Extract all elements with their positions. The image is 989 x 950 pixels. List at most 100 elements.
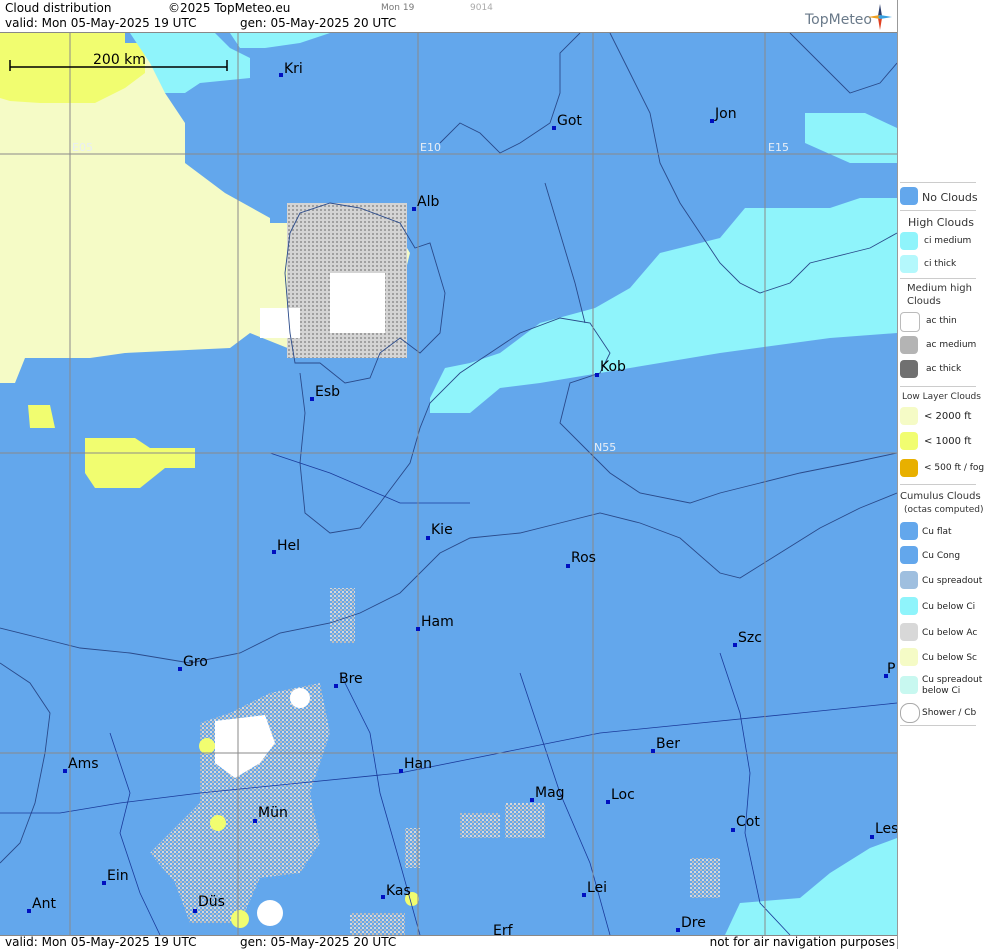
map-footer: valid: Mon 05-May-2025 19 UTC gen: 05-Ma… xyxy=(0,935,897,950)
city-label-esb: Esb xyxy=(315,384,340,400)
city-label-ams: Ams xyxy=(68,756,99,772)
legend-swatch-cu-spread xyxy=(900,571,918,589)
low-dot-3 xyxy=(231,910,249,928)
topmeteo-logo: TopMeteo xyxy=(805,12,872,28)
ac-patch-e xyxy=(350,913,405,935)
city-label-szc: Szc xyxy=(738,630,762,646)
low-dot-1 xyxy=(199,738,215,754)
city-label-ros: Ros xyxy=(571,550,596,566)
grid-label-e15: E15 xyxy=(768,141,789,154)
legend-shower: Shower / Cb xyxy=(922,708,977,718)
legend-swatch-no-clouds xyxy=(900,187,918,205)
city-label-loc: Loc xyxy=(611,787,635,803)
ac-patch-c xyxy=(505,803,545,838)
copyright: ©2025 TopMeteo.eu xyxy=(168,1,291,15)
legend-cu-sub: (octas computed) xyxy=(904,505,984,515)
legend-low-500: < 500 ft / fog xyxy=(924,463,985,473)
footer-generated-time: gen: 05-May-2025 20 UTC xyxy=(240,935,397,949)
grid-label-e10: E10 xyxy=(420,141,441,154)
ci-area-se xyxy=(725,838,897,935)
legend-ac-medium: ac medium xyxy=(926,340,977,350)
legend-swatch-low-2000 xyxy=(900,407,918,425)
city-label-p: P xyxy=(887,661,895,677)
product-title: Cloud distribution xyxy=(5,1,112,15)
ci-area-ne xyxy=(805,113,897,163)
valid-time: valid: Mon 05-May-2025 19 UTC xyxy=(5,16,197,30)
city-label-kas: Kas xyxy=(386,883,411,899)
legend-swatch-cu-below-sc xyxy=(900,648,918,666)
grid-label-e05: E05 xyxy=(72,141,93,154)
mini-code: 9014 xyxy=(470,3,493,13)
legend-panel: No Clouds High Clouds ci medium ci thick… xyxy=(897,0,989,949)
legend-swatch-ac-thick xyxy=(900,360,918,378)
legend-high-title: High Clouds xyxy=(908,216,974,229)
legend-ci-thick: ci thick xyxy=(924,259,957,269)
generated-time: gen: 05-May-2025 20 UTC xyxy=(240,16,397,30)
city-label-lei: Lei xyxy=(587,880,607,896)
city-label-ham: Ham xyxy=(421,614,454,630)
legend-cu-spread: Cu spreadout xyxy=(922,576,983,586)
low-dot-2 xyxy=(210,815,226,831)
legend-swatch-low-500 xyxy=(900,459,918,477)
legend-cu-below-sc: Cu below Sc xyxy=(922,653,977,663)
legend-ac-thin: ac thin xyxy=(926,316,957,326)
legend-swatch-ci-medium xyxy=(900,232,918,250)
city-label-cot: Cot xyxy=(736,814,760,830)
city-label-mag: Mag xyxy=(535,785,565,801)
mini-day: Mon 19 xyxy=(381,3,415,13)
shower-cell-1 xyxy=(290,688,310,708)
city-label-got: Got xyxy=(557,113,582,129)
legend-medium-title-1: Medium high xyxy=(907,283,972,294)
ac-thin-jutland xyxy=(330,273,385,333)
ac-patch-b xyxy=(460,813,500,838)
legend-cu-below-ac: Cu below Ac xyxy=(922,628,978,638)
legend-cu-title: Cumulus Clouds xyxy=(900,491,981,502)
legend-low-1000: < 1000 ft xyxy=(924,436,972,447)
city-label-kob: Kob xyxy=(600,359,626,375)
legend-no-clouds: No Clouds xyxy=(922,191,978,204)
cloud-map[interactable]: E05 E10 E15 N55 200 km Kri Got Jon Alb E… xyxy=(0,33,897,935)
grid-label-n55: N55 xyxy=(594,441,616,454)
city-label-jon: Jon xyxy=(714,106,737,122)
city-label-han: Han xyxy=(404,756,432,772)
low-cloud-patch-w2 xyxy=(28,405,55,428)
city-label-ant: Ant xyxy=(32,896,56,912)
city-label-mun: Mün xyxy=(258,805,288,821)
ac-thin-jutland-2 xyxy=(260,308,300,338)
legend-swatch-ac-thin xyxy=(900,312,920,332)
legend-swatch-ac-medium xyxy=(900,336,918,354)
city-label-ber: Ber xyxy=(656,736,680,752)
city-label-hel: Hel xyxy=(277,538,300,554)
ci-strip-top-right xyxy=(230,33,330,48)
map-header: Cloud distribution ©2025 TopMeteo.eu val… xyxy=(0,0,897,33)
legend-swatch-cu-flat xyxy=(900,522,918,540)
city-label-alb: Alb xyxy=(417,194,439,210)
legend-low-title: Low Layer Clouds xyxy=(902,392,981,402)
legend-swatch-cu-below-ac xyxy=(900,623,918,641)
ac-patch-d xyxy=(690,858,720,898)
legend-swatch-shower xyxy=(900,703,920,723)
city-label-dus: Düs xyxy=(198,894,225,910)
legend-ci-medium: ci medium xyxy=(924,236,972,246)
city-label-kri: Kri xyxy=(284,61,303,77)
legend-cu-spread-ci-1: Cu spreadout xyxy=(922,675,983,685)
ci-area-east xyxy=(430,198,897,413)
city-label-gro: Gro xyxy=(183,654,208,670)
legend-swatch-ci-thick xyxy=(900,255,918,273)
city-label-dre: Dre xyxy=(681,915,706,931)
legend-cu-below-ci: Cu below Ci xyxy=(922,602,976,612)
legend-cu-spread-ci-2: below Ci xyxy=(922,686,961,696)
legend-cu-flat: Cu flat xyxy=(922,527,952,537)
footer-disclaimer: not for air navigation purposes xyxy=(709,935,895,949)
legend-swatch-low-1000 xyxy=(900,432,918,450)
map-canvas: E05 E10 E15 N55 200 km Kri Got Jon Alb E… xyxy=(0,33,897,935)
legend-low-2000: < 2000 ft xyxy=(924,411,972,422)
city-label-kie: Kie xyxy=(431,522,453,538)
legend-cu-cong: Cu Cong xyxy=(922,551,961,561)
city-label-bre: Bre xyxy=(339,671,363,687)
shower-cell-2 xyxy=(257,900,283,926)
city-label-les: Les xyxy=(875,821,897,837)
legend-swatch-cu-cong xyxy=(900,546,918,564)
compass-star-icon xyxy=(868,4,892,30)
legend-ac-thick: ac thick xyxy=(926,364,962,374)
